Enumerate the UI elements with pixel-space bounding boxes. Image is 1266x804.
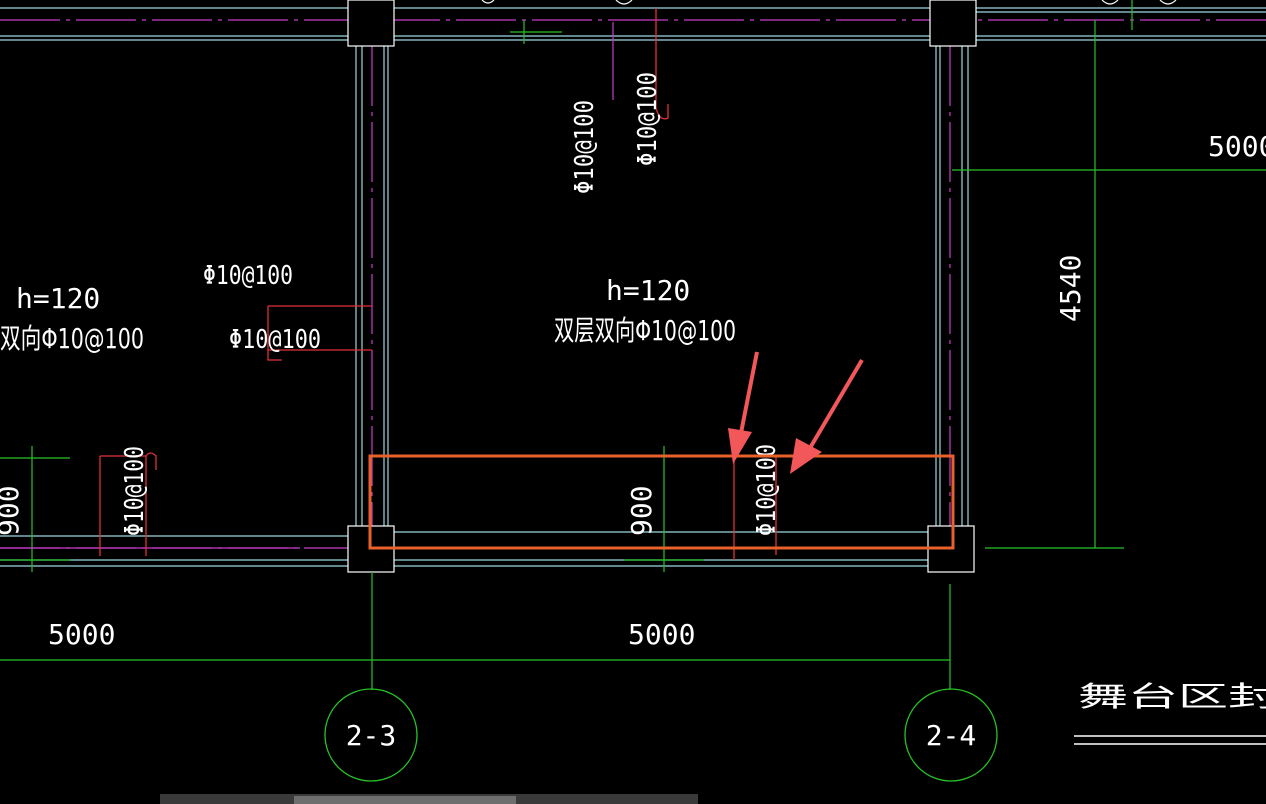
axis-label-2-3: 2-3	[346, 719, 397, 752]
dim-span-left: 5000	[48, 618, 115, 651]
axis-label-2-4: 2-4	[926, 719, 977, 752]
dim-span-right: 5000	[1208, 130, 1266, 163]
column-top-right	[929, 0, 977, 47]
highlight-box	[368, 454, 955, 550]
slab-mid-thickness: h=120	[606, 274, 690, 307]
cad-drawing-canvas[interactable]: 2-3 2-4 h=120 双向Φ10@100 h=120 双层双向Φ10@10…	[0, 0, 1266, 804]
rebar-label-bottom-mid: Φ10@100	[752, 444, 782, 536]
dim-span-mid: 5000	[628, 618, 695, 651]
horizontal-scrollbar[interactable]	[160, 794, 698, 804]
top-fragments	[481, 0, 1177, 5]
axis-bubble-2-3: 2-3	[324, 688, 418, 782]
slab-left-thickness: h=120	[16, 282, 100, 315]
column-top-left	[347, 0, 395, 47]
rebar-label-top-b: Φ10@100	[633, 72, 663, 166]
dim-strip-mid: 900	[625, 485, 658, 536]
rebar-label-bottom-left: Φ10@100	[120, 446, 150, 536]
slab-left-rebar: 双向Φ10@100	[0, 322, 144, 355]
rebar-label-left-top: Φ10@100	[203, 261, 293, 291]
axis-bubble-2-4: 2-4	[904, 688, 998, 782]
rebar-label-left-mid: Φ10@100	[229, 325, 321, 355]
dim-vertical: 4540	[1054, 255, 1087, 322]
rebar-label-top-a: Φ10@100	[570, 100, 600, 194]
slab-mid-rebar: 双层双向Φ10@100	[554, 314, 736, 347]
top-beam-lines	[0, 7, 1266, 41]
dim-strip-left: 900	[0, 485, 25, 536]
scrollbar-thumb[interactable]	[294, 796, 516, 804]
drawing-title: 舞台区封板	[1078, 680, 1266, 713]
